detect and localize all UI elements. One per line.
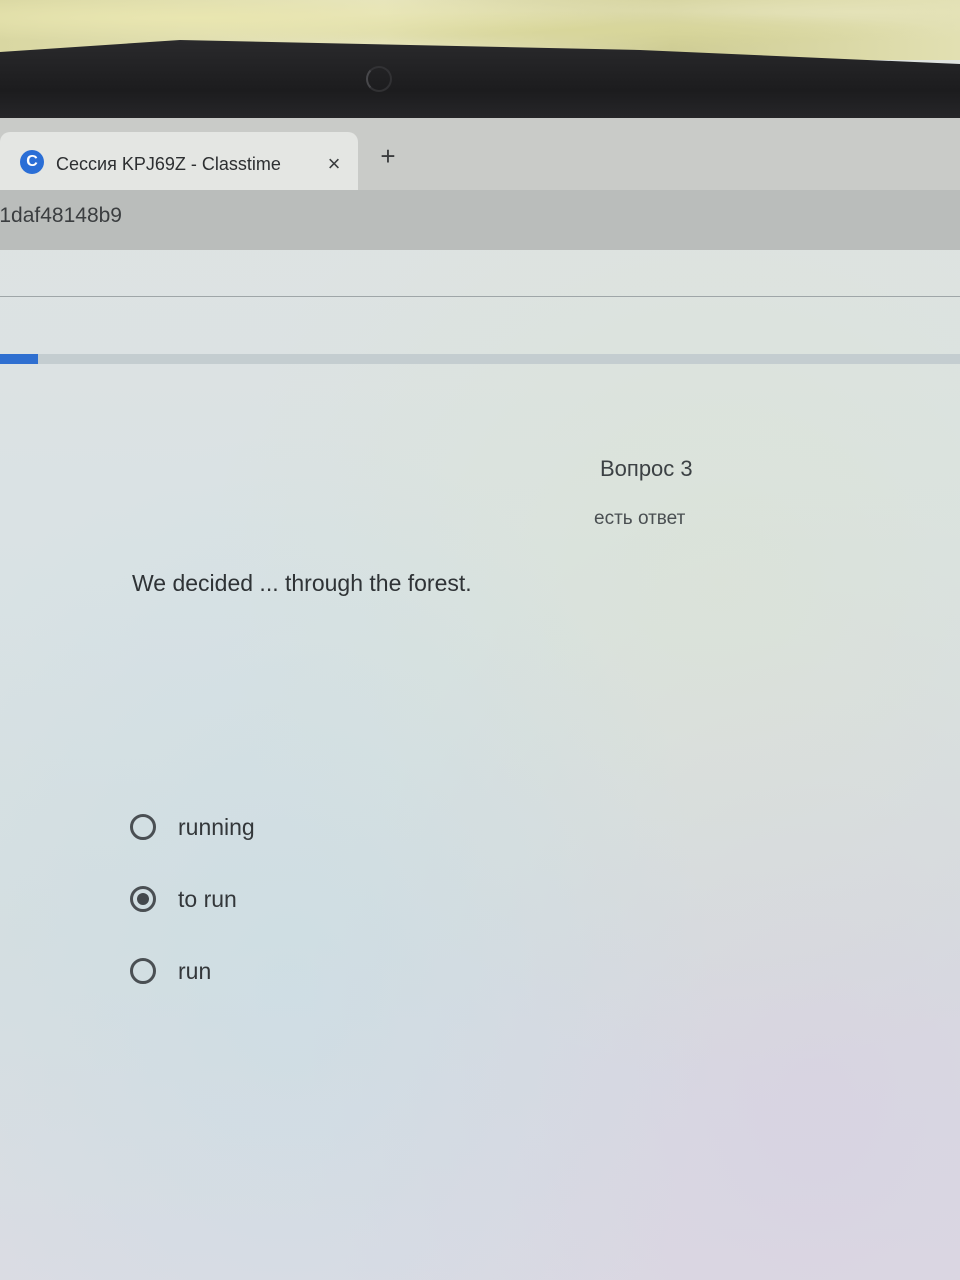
header-divider [0, 296, 960, 297]
tab-classtime-session[interactable]: C Сессия KPJ69Z - Classtime × [0, 132, 358, 190]
close-icon[interactable]: × [322, 152, 346, 176]
answer-status: есть ответ [594, 508, 686, 529]
radio-icon[interactable] [130, 814, 156, 840]
option-label: to run [178, 885, 237, 912]
tab-strip: C Сессия KPJ69Z - Classtime × + [0, 118, 960, 190]
tab-title: Сессия KPJ69Z - Classtime [56, 154, 281, 174]
address-bar[interactable]: •1daf48148b9 [0, 190, 960, 250]
question-text: We decided ... through the forest. [132, 570, 472, 596]
classtime-logo-icon: C [20, 150, 44, 174]
url-value: 1daf48148b9 [0, 204, 122, 227]
new-tab-button[interactable]: + [374, 142, 402, 170]
option-run[interactable]: run [130, 953, 211, 989]
webcam-icon [366, 66, 392, 92]
option-to-run[interactable]: to run [130, 881, 237, 917]
url-text: •1daf48148b9 [0, 204, 122, 228]
option-label: running [178, 813, 255, 840]
option-running[interactable]: running [130, 809, 255, 845]
progress-bar-fill [0, 354, 39, 364]
browser-window: C Сессия KPJ69Z - Classtime × + •1daf481… [0, 118, 960, 1280]
progress-bar [0, 354, 960, 364]
radio-icon[interactable] [130, 886, 156, 912]
option-label: run [178, 957, 212, 984]
question-number: Вопрос 3 [600, 456, 693, 481]
radio-icon[interactable] [130, 958, 156, 984]
